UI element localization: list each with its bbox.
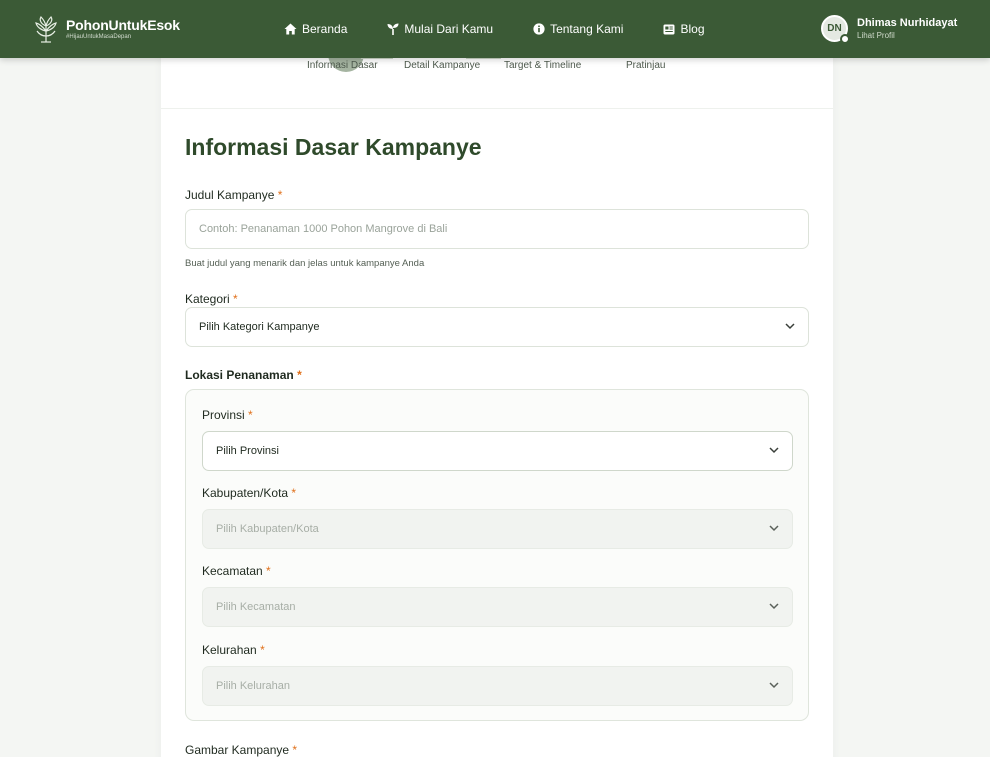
chevron-down-icon: [769, 525, 779, 532]
nav-link-label: Beranda: [302, 22, 348, 36]
avatar[interactable]: DN: [821, 15, 850, 44]
status-dot-icon: [840, 34, 850, 44]
required-mark: *: [233, 292, 238, 306]
nav-link-beranda[interactable]: Beranda: [284, 20, 347, 38]
user-menu[interactable]: DN Dhimas Nurhidayat Lihat Profil: [821, 15, 958, 44]
lokasi-label: Lokasi Penanaman *: [185, 368, 302, 382]
nav-link-label: Tentang Kami: [550, 22, 624, 36]
step-target-timeline[interactable]: Target & Timeline: [504, 60, 581, 71]
required-mark: *: [266, 564, 271, 578]
kabupaten-label: Kabupaten/Kota *: [202, 486, 296, 500]
kabupaten-value: Pilih Kabupaten/Kota: [216, 523, 319, 535]
chevron-down-icon: [769, 603, 779, 610]
kelurahan-label: Kelurahan *: [202, 643, 265, 657]
step-connector: [361, 58, 393, 59]
kelurahan-value: Pilih Kelurahan: [216, 680, 290, 692]
required-mark: *: [297, 368, 302, 382]
required-mark: *: [277, 188, 283, 202]
stepper: Informasi Dasar Detail Kampanye Target &…: [161, 36, 833, 109]
blog-icon: [663, 24, 675, 34]
kelurahan-select[interactable]: Pilih Kelurahan: [202, 666, 793, 706]
step-informasi-dasar[interactable]: Informasi Dasar: [307, 60, 378, 71]
judul-help-text: Buat judul yang menarik dan jelas untuk …: [185, 258, 425, 269]
kelurahan-label-text: Kelurahan: [202, 643, 257, 657]
required-mark: *: [291, 486, 297, 500]
step-detail-kampanye[interactable]: Detail Kampanye: [404, 60, 480, 71]
info-icon: [533, 23, 545, 35]
required-mark: *: [248, 408, 253, 422]
chevron-down-icon: [785, 323, 795, 330]
nav-link-label: Mulai Dari Kamu: [404, 22, 494, 36]
chevron-down-icon: [769, 447, 779, 454]
kecamatan-label: Kecamatan *: [202, 564, 271, 578]
nav-link-tentang[interactable]: Tentang Kami: [533, 20, 623, 38]
avatar-initials: DN: [827, 23, 842, 34]
brand-tagline: #HijauUntukMasaDepan: [66, 34, 132, 40]
page-title: Informasi Dasar Kampanye: [185, 134, 482, 160]
kecamatan-select[interactable]: Pilih Kecamatan: [202, 587, 793, 627]
kecamatan-label-text: Kecamatan: [202, 564, 263, 578]
chevron-down-icon: [769, 682, 779, 689]
navbar: PohonUntukEsok #HijauUntukMasaDepan Bera…: [0, 0, 990, 58]
brand-logo[interactable]: PohonUntukEsok #HijauUntukMasaDepan: [34, 15, 180, 43]
user-name: Dhimas Nurhidayat: [857, 16, 958, 29]
nav-link-label: Blog: [680, 22, 705, 36]
provinsi-label: Provinsi *: [202, 408, 253, 422]
kabupaten-label-text: Kabupaten/Kota: [202, 486, 289, 500]
judul-label: Judul Kampanye *: [185, 188, 282, 202]
gambar-label: Gambar Kampanye *: [185, 743, 297, 757]
sprout-icon: [387, 23, 399, 35]
kategori-label: Kategori *: [185, 292, 238, 306]
lokasi-group: Provinsi * Pilih Provinsi Kabupaten/Kota…: [185, 389, 809, 721]
judul-input[interactable]: Contoh: Penanaman 1000 Pohon Mangrove di…: [185, 209, 809, 249]
provinsi-value: Pilih Provinsi: [216, 445, 279, 457]
required-mark: *: [260, 643, 265, 657]
provinsi-select[interactable]: Pilih Provinsi: [202, 431, 793, 471]
nav-link-mulai[interactable]: Mulai Dari Kamu: [387, 20, 493, 38]
provinsi-label-text: Provinsi: [202, 408, 245, 422]
required-mark: *: [292, 743, 298, 757]
kategori-select[interactable]: Pilih Kategori Kampanye: [185, 307, 809, 347]
step-connector: [466, 58, 501, 59]
lokasi-label-text: Lokasi Penanaman: [185, 368, 294, 382]
judul-label-text: Judul Kampanye: [185, 188, 275, 202]
nav-links: Beranda Mulai Dari Kamu Tentang Kami Blo…: [284, 20, 705, 38]
tree-logo-icon: [35, 16, 57, 43]
kategori-value: Pilih Kategori Kampanye: [199, 321, 320, 333]
kabupaten-select[interactable]: Pilih Kabupaten/Kota: [202, 509, 793, 549]
nav-link-blog[interactable]: Blog: [663, 20, 705, 38]
brand-name: PohonUntukEsok: [66, 17, 180, 33]
kategori-label-text: Kategori: [185, 292, 230, 306]
profile-link[interactable]: Lihat Profil: [857, 30, 957, 41]
step-pratinjau[interactable]: Pratinjau: [626, 60, 665, 71]
judul-placeholder: Contoh: Penanaman 1000 Pohon Mangrove di…: [199, 223, 448, 235]
home-icon: [284, 23, 297, 35]
form-card: Informasi Dasar Detail Kampanye Target &…: [161, 36, 833, 757]
gambar-label-text: Gambar Kampanye: [185, 743, 290, 757]
kecamatan-value: Pilih Kecamatan: [216, 601, 296, 613]
